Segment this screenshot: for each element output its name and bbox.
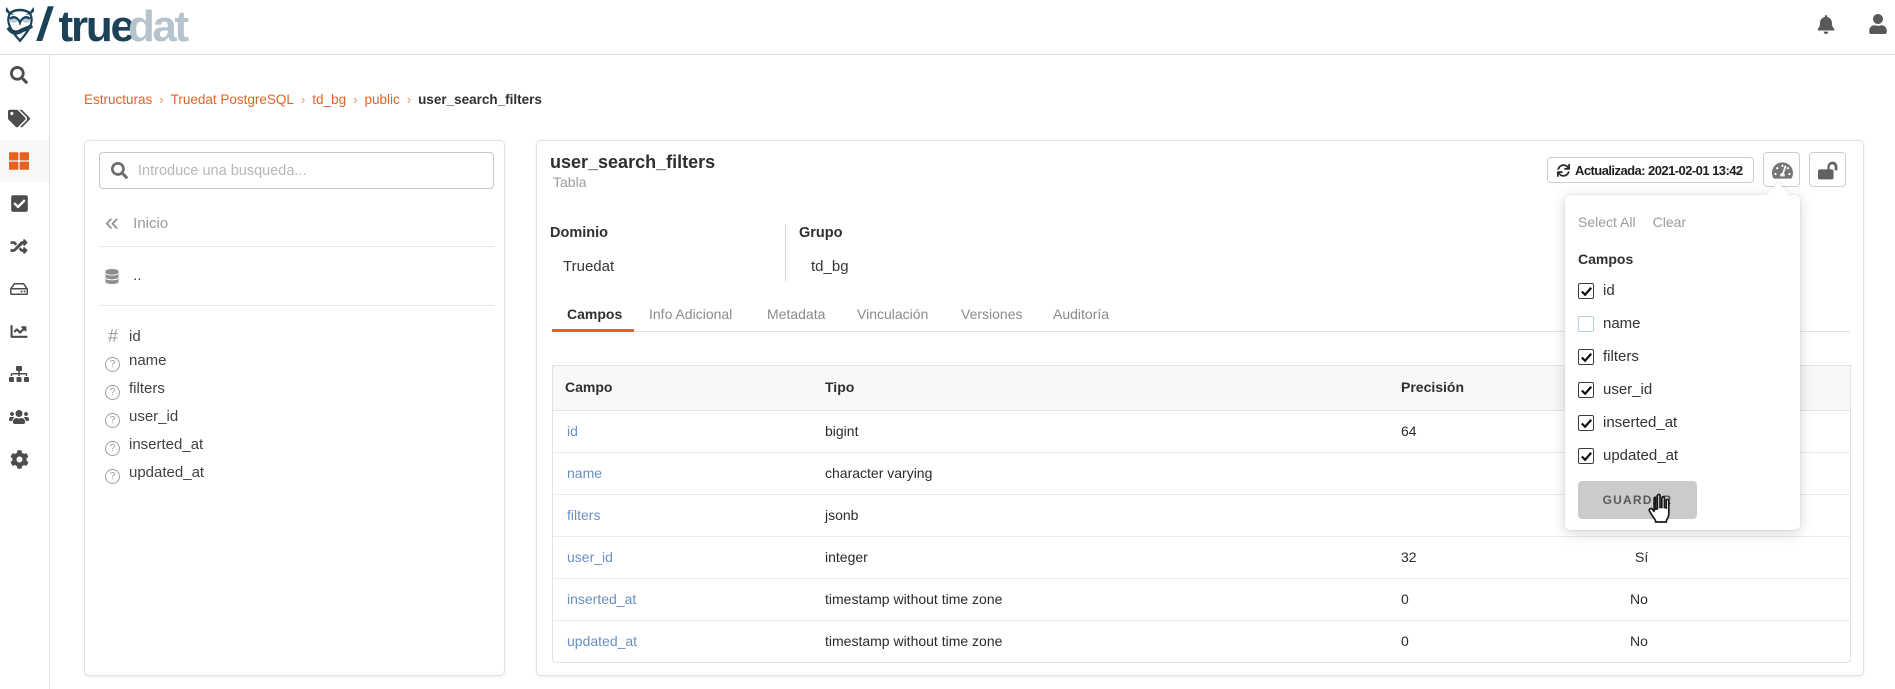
- svg-text:dat: dat: [128, 2, 189, 46]
- svg-text:true: true: [59, 2, 134, 46]
